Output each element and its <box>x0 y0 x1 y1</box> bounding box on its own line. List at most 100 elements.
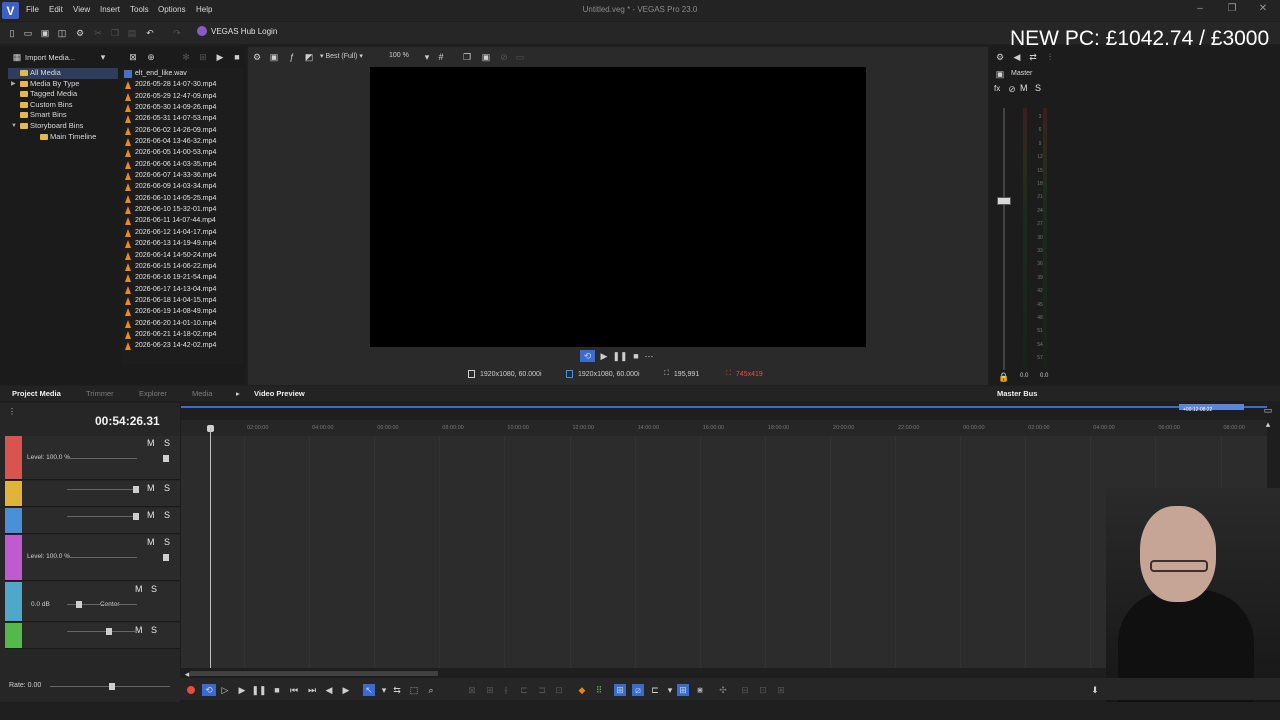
track-solo-button[interactable]: S <box>151 584 157 594</box>
track-level-slider[interactable] <box>67 516 137 517</box>
region-icon[interactable]: ⠿ <box>593 684 605 696</box>
lock-event-icon[interactable]: ⊡ <box>553 684 565 696</box>
track-mute-button[interactable]: M <box>147 510 155 520</box>
trim-end-icon[interactable]: ⊐ <box>536 684 548 696</box>
close-icon[interactable]: ✕ <box>1256 3 1270 17</box>
media-file-item[interactable]: 2026-06-17 14-13-04.mp4 <box>122 284 244 295</box>
marker-pin-icon[interactable]: ⬇ <box>1089 684 1101 696</box>
speaker-icon[interactable]: ◀ <box>1011 51 1023 63</box>
media-file-item[interactable]: 2026-06-16 19-21-54.mp4 <box>122 272 244 283</box>
track-header[interactable]: MS <box>5 623 180 649</box>
track-slider-knob[interactable] <box>133 486 139 493</box>
tab-scroll-arrow-icon[interactable]: ▸ <box>236 389 240 398</box>
track-color-strip[interactable] <box>5 481 22 506</box>
media-file-item[interactable]: 2026-06-13 14-19-49.mp4 <box>122 238 244 249</box>
preview-zoom-dropdown[interactable]: 100 % <box>389 52 409 59</box>
tab-trimmer[interactable]: Trimmer <box>86 389 114 398</box>
save-icon[interactable]: ▣ <box>39 27 51 39</box>
tree-item-custom-bins[interactable]: Custom Bins <box>8 100 118 111</box>
collapse-arrow-icon[interactable]: ▼ <box>11 121 17 132</box>
track-header[interactable]: MS0.0 dBCenter <box>5 582 180 622</box>
headers-menu-icon[interactable]: ⋮ <box>8 407 16 416</box>
track-color-strip[interactable] <box>5 508 22 533</box>
new-file-icon[interactable]: ▯ <box>6 27 18 39</box>
media-file-item[interactable]: 2026-05-30 14-09-26.mp4 <box>122 102 244 113</box>
track-level-slider[interactable] <box>67 458 137 459</box>
external-monitor-icon[interactable]: ▣ <box>268 51 280 63</box>
motion-tracking-icon[interactable]: ✣ <box>717 684 729 696</box>
disabled-tool-icon[interactable]: ⊟ <box>739 684 751 696</box>
go-to-end-icon[interactable]: ⏭ <box>306 684 318 696</box>
track-header[interactable]: M S Level: 100.0 % <box>5 535 180 581</box>
envelope-tool-icon[interactable]: ⇆ <box>391 684 403 696</box>
track-color-strip[interactable] <box>5 535 22 580</box>
playhead-cursor[interactable] <box>210 428 211 668</box>
snapping-dropdown-icon[interactable]: ▾ <box>664 684 676 696</box>
disabled-tool-icon[interactable]: ⊡ <box>757 684 769 696</box>
media-file-item[interactable]: 2026-06-11 14-07-44.mp4 <box>122 215 244 226</box>
timeline-overview-bar[interactable] <box>181 406 1267 408</box>
pause-icon[interactable]: ❚❚ <box>612 350 627 362</box>
preview-settings-gear-icon[interactable]: ⚙ <box>251 51 263 63</box>
media-file-item[interactable]: 2026-06-05 14-00-53.mp4 <box>122 147 244 158</box>
cut-icon[interactable]: ✂ <box>92 27 104 39</box>
master-fx-button[interactable]: fx <box>994 84 1000 93</box>
menu-file[interactable]: File <box>26 5 39 14</box>
track-solo-button[interactable]: S <box>164 483 170 493</box>
play-media-icon[interactable]: ▶ <box>214 51 226 63</box>
track-solo-button[interactable]: S <box>164 510 170 520</box>
copy-snapshot-icon[interactable]: ❐ <box>461 51 473 63</box>
go-to-start-icon[interactable]: ⏮ <box>288 684 300 696</box>
previous-frame-icon[interactable]: ◀ <box>323 684 335 696</box>
crossfade-icon[interactable]: ⧄ <box>632 684 644 696</box>
tree-item-smart-bins[interactable]: Smart Bins <box>8 110 118 121</box>
scroll-up-icon[interactable]: ▴ <box>1262 418 1274 430</box>
tab-video-preview[interactable]: Video Preview <box>254 389 305 398</box>
track-mute-button[interactable]: M <box>147 483 155 493</box>
hub-login-button[interactable]: VEGAS Hub Login <box>197 26 277 36</box>
record-button[interactable] <box>187 686 195 694</box>
selection-tool-icon[interactable]: ⬚ <box>408 684 420 696</box>
master-mute-button[interactable]: M <box>1020 83 1028 93</box>
track-color-strip[interactable] <box>5 623 22 648</box>
track-header[interactable]: M S Level: 100.0 % <box>5 436 180 480</box>
track-header[interactable]: MS <box>5 508 180 534</box>
expand-arrow-icon[interactable]: ▶ <box>11 79 16 90</box>
menu-insert[interactable]: Insert <box>100 5 120 14</box>
master-fader-knob[interactable] <box>997 197 1011 205</box>
normal-edit-tool-icon[interactable]: ↖ <box>363 684 375 696</box>
track-solo-button[interactable]: S <box>164 438 170 448</box>
trim-icon[interactable]: ⊞ <box>484 684 496 696</box>
timeline-area[interactable] <box>181 420 1267 668</box>
track-solo-button[interactable]: S <box>151 625 157 635</box>
disabled-tool-icon[interactable]: ⊘ <box>498 51 510 63</box>
media-file-item[interactable]: 2026-06-09 14-03-34.mp4 <box>122 181 244 192</box>
media-file-item[interactable]: 2026-06-14 14-50-24.mp4 <box>122 250 244 261</box>
track-color-strip[interactable] <box>5 436 22 479</box>
snapping-icon[interactable]: ⊏ <box>649 684 661 696</box>
media-file-item[interactable]: 2026-06-06 14-03-35.mp4 <box>122 159 244 170</box>
track-slider-knob[interactable] <box>163 455 169 462</box>
ignore-grouping-icon[interactable]: ⋇ <box>694 684 706 696</box>
delete-icon[interactable]: ⊠ <box>466 684 478 696</box>
mixer-icon[interactable]: ⫶ <box>1044 51 1056 63</box>
disabled-tool-icon[interactable]: ⊞ <box>775 684 787 696</box>
timeline-stop-icon[interactable]: ■ <box>271 684 283 696</box>
track-mute-button[interactable]: M <box>135 584 143 594</box>
edit-tool-dropdown-icon[interactable]: ▾ <box>378 684 390 696</box>
auto-ripple-icon[interactable]: ⊞ <box>614 684 626 696</box>
remove-media-icon[interactable]: ⊠ <box>127 51 139 63</box>
media-tools-icon[interactable]: ⊞ <box>197 51 209 63</box>
master-solo-button[interactable]: S <box>1035 83 1041 93</box>
track-header[interactable]: MS <box>5 481 180 507</box>
properties-gear-icon[interactable]: ⚙ <box>74 27 86 39</box>
tree-item-tagged-media[interactable]: Tagged Media <box>8 89 118 100</box>
tab-master-bus[interactable]: Master Bus <box>997 389 1037 398</box>
loop-playback-icon[interactable]: ⟲ <box>202 684 216 696</box>
media-file-item[interactable]: 2026-06-19 14-08-49.mp4 <box>122 306 244 317</box>
undo-icon[interactable]: ↶ <box>144 27 156 39</box>
track-slider-knob[interactable] <box>106 628 112 635</box>
lock-icon[interactable]: 🔒 <box>998 371 1010 383</box>
track-mute-button[interactable]: M <box>147 438 155 448</box>
media-file-item[interactable]: elt_end_like.wav <box>122 68 244 79</box>
